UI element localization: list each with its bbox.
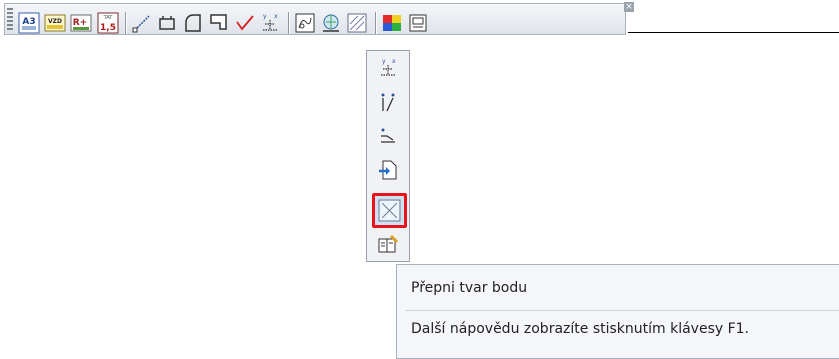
point-shape-icon bbox=[378, 199, 401, 222]
draw-line-button[interactable] bbox=[131, 12, 153, 34]
zoom-map-button[interactable] bbox=[320, 12, 342, 34]
point-offset-icon bbox=[381, 128, 395, 143]
toolbar-separator bbox=[375, 12, 376, 34]
arc-corner-icon bbox=[185, 14, 201, 32]
tat-scale-icon: TAT 1,5 bbox=[97, 12, 119, 34]
red-check-icon bbox=[236, 15, 254, 31]
flyout-point-xy-button[interactable]: y x bbox=[377, 57, 399, 79]
draw-offset-button[interactable] bbox=[208, 12, 230, 34]
tooltip-title: Přepni tvar bodu bbox=[411, 280, 528, 296]
vzd-button[interactable]: VZD bbox=[44, 12, 66, 34]
toolbar-grip[interactable] bbox=[7, 8, 13, 30]
hatch-button[interactable] bbox=[346, 12, 368, 34]
tat-scale-button[interactable]: TAT 1,5 bbox=[97, 12, 119, 34]
hatch-icon bbox=[347, 13, 367, 33]
properties-window-icon bbox=[409, 14, 427, 32]
vzd-icon: VZD bbox=[44, 14, 66, 32]
line-icon bbox=[132, 15, 150, 33]
point-x-label: x bbox=[274, 13, 278, 20]
flyout-x-label: x bbox=[392, 58, 396, 65]
a3-format-button[interactable]: A3 bbox=[18, 12, 40, 34]
profile-icon bbox=[295, 13, 315, 33]
flyout-point-line-button[interactable] bbox=[377, 91, 399, 113]
main-toolbar: A3 VZD R+ TAT 1,5 y x × bbox=[4, 2, 634, 35]
offset-icon bbox=[210, 14, 227, 30]
book-pencil-icon bbox=[378, 234, 399, 253]
globe-zoom-icon bbox=[323, 14, 339, 32]
tooltip: Přepni tvar bodu Další nápovědu zobrazít… bbox=[396, 264, 839, 359]
draw-rect-button[interactable] bbox=[156, 12, 178, 34]
tat-badge: TAT bbox=[103, 15, 114, 21]
point-xy-icon: y x bbox=[381, 58, 396, 76]
point-xy-icon: y x bbox=[263, 13, 278, 31]
point-flyout-menu: y x bbox=[366, 50, 410, 262]
a3-format-icon: A3 bbox=[18, 12, 40, 34]
r-plus-badge: R+ bbox=[73, 18, 87, 28]
point-line-icon bbox=[381, 93, 395, 112]
flyout-import-button[interactable] bbox=[377, 159, 399, 181]
import-file-icon bbox=[379, 160, 397, 180]
toolbar-close-icon[interactable]: × bbox=[624, 2, 634, 12]
properties-button[interactable] bbox=[407, 12, 429, 34]
toolbar-separator bbox=[125, 12, 126, 34]
tat-number: 1,5 bbox=[100, 23, 116, 33]
point-y-label: y bbox=[263, 13, 267, 20]
color-palette-button[interactable] bbox=[381, 12, 403, 34]
flyout-point-offset-button[interactable] bbox=[377, 125, 399, 147]
profile-button[interactable] bbox=[294, 12, 316, 34]
a3-badge: A3 bbox=[22, 17, 35, 27]
flyout-toggle-point-shape-button[interactable] bbox=[372, 193, 407, 228]
tooltip-divider bbox=[405, 310, 839, 311]
tooltip-help-text: Další nápovědu zobrazíte stisknutím kláv… bbox=[411, 321, 750, 337]
check-button[interactable] bbox=[234, 12, 256, 34]
color-palette-icon bbox=[383, 15, 401, 31]
flyout-y-label: y bbox=[382, 58, 386, 65]
drawing-line bbox=[628, 32, 839, 33]
rectangle-icon bbox=[159, 16, 175, 30]
toolbar-separator bbox=[288, 12, 289, 34]
vzd-badge: VZD bbox=[48, 18, 62, 25]
flyout-edit-notes-button[interactable] bbox=[377, 233, 399, 255]
r-plus-button[interactable]: R+ bbox=[70, 12, 92, 34]
r-plus-icon: R+ bbox=[70, 14, 92, 32]
point-xy-button[interactable]: y x bbox=[259, 12, 281, 34]
draw-arc-corner-button[interactable] bbox=[182, 12, 204, 34]
